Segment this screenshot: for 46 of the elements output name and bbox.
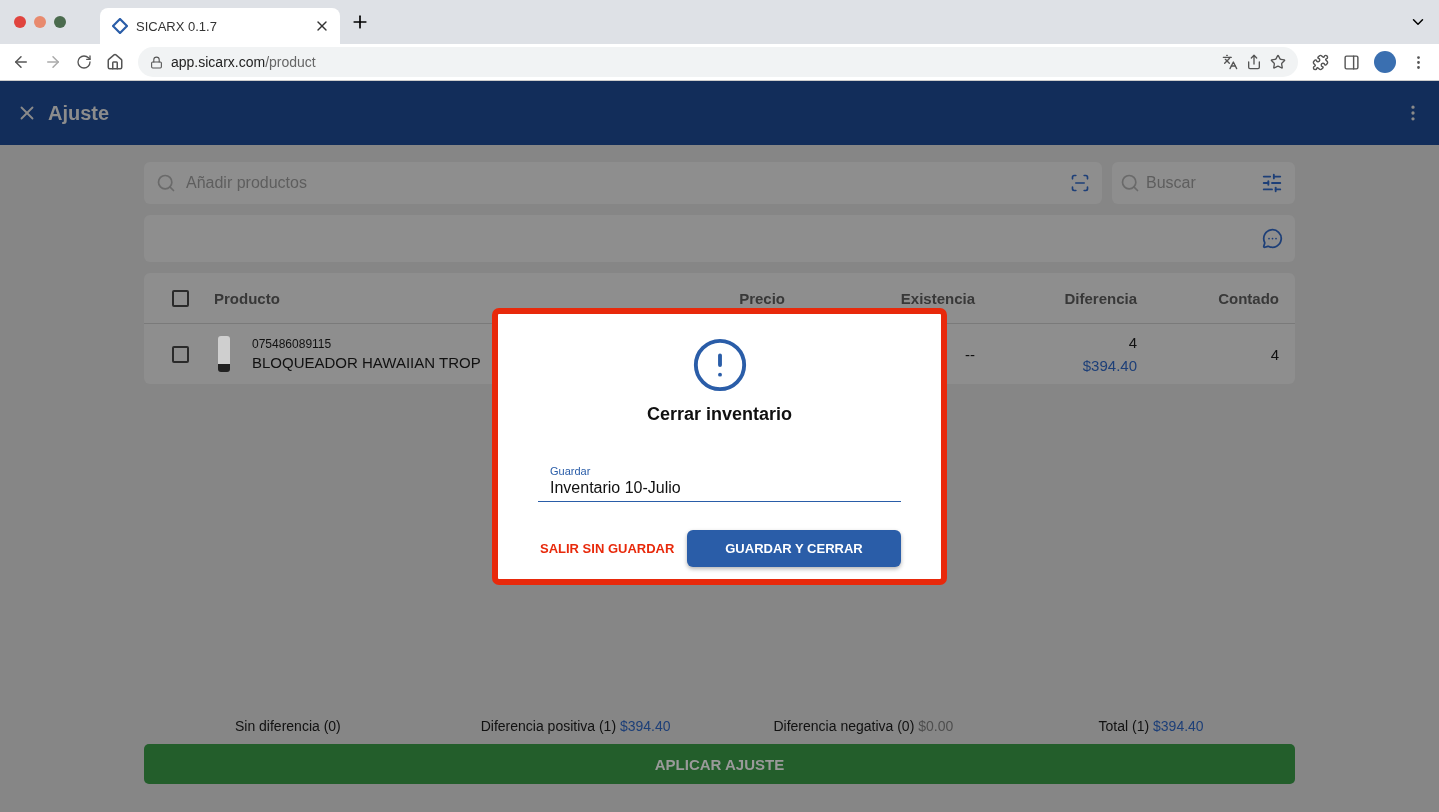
- exit-without-saving-button[interactable]: SALIR SIN GUARDAR: [538, 535, 677, 562]
- summary-total: Diferencia positiva (1) $394.40: [480, 718, 671, 734]
- difference-count: 4: [1128, 334, 1137, 351]
- product-code: 075486089115: [252, 337, 333, 351]
- field-label: Guardar: [550, 465, 591, 477]
- product-name: BLOQUEADOR HAWAIIAN TROP: [252, 354, 481, 371]
- product-thumbnail: [218, 336, 230, 372]
- search-icon: [1120, 173, 1140, 193]
- search-icon: [156, 173, 176, 193]
- lock-icon: [150, 55, 163, 69]
- select-all-checkbox[interactable]: [172, 289, 189, 307]
- maximize-window-button[interactable]: [54, 16, 66, 28]
- translate-icon[interactable]: [1222, 54, 1238, 70]
- summary-total: Sin diferencia (0): [234, 718, 341, 734]
- url-path: /product: [265, 54, 316, 70]
- save-and-close-button[interactable]: GUARDAR Y CERRAR: [687, 530, 901, 567]
- diamond-logo-icon: [112, 18, 128, 34]
- summary-total: Diferencia negativa (0) $0.00: [773, 718, 954, 734]
- column-header: Diferencia: [1063, 289, 1138, 307]
- dialog-title: Cerrar inventario: [646, 404, 793, 425]
- url-host: app.sicarx.com: [171, 54, 266, 70]
- back-icon[interactable]: [12, 53, 30, 71]
- existence-cell-text: --: [964, 345, 976, 363]
- reload-icon[interactable]: [76, 54, 92, 70]
- column-header: Contado: [1217, 289, 1280, 307]
- difference-amount: $394.40: [1082, 357, 1137, 374]
- browser-tab[interactable]: SICARX 0.1.7: [100, 8, 340, 44]
- side-panel-icon[interactable]: [1343, 53, 1360, 71]
- row-checkbox[interactable]: [172, 345, 189, 363]
- profile-avatar[interactable]: [1374, 51, 1396, 73]
- column-header: Producto: [214, 289, 281, 307]
- extensions-icon[interactable]: [1312, 53, 1329, 71]
- name-input-field[interactable]: Inventario 10-Julio: [538, 479, 901, 502]
- counted-cell-text: 4: [1269, 345, 1280, 363]
- column-header: Precio: [738, 289, 786, 307]
- close-window-button[interactable]: [14, 16, 26, 28]
- barcode-scan-icon[interactable]: [1070, 173, 1090, 193]
- bookmark-star-icon[interactable]: [1270, 54, 1286, 70]
- comment-icon[interactable]: [1262, 228, 1283, 249]
- home-icon[interactable]: [106, 53, 124, 71]
- filter-icon[interactable]: [1261, 172, 1283, 194]
- address-bar[interactable]: app.sicarx.com/product: [138, 47, 1298, 77]
- share-icon[interactable]: [1246, 54, 1262, 70]
- summary-total: Total (1) $394.40: [1098, 718, 1204, 734]
- column-header: Existencia: [899, 289, 976, 307]
- page-title: Ajuste: [48, 101, 111, 125]
